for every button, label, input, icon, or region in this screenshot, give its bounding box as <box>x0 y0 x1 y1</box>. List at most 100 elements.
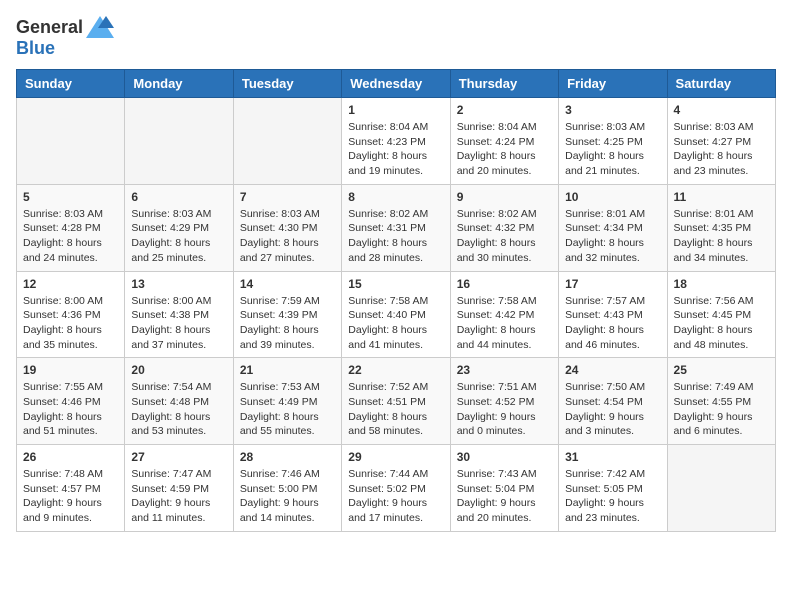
day-info: Sunrise: 7:44 AM Sunset: 5:02 PM Dayligh… <box>348 467 443 526</box>
weekday-header-monday: Monday <box>125 70 233 98</box>
day-number: 14 <box>240 277 335 291</box>
calendar-cell: 26 Sunrise: 7:48 AM Sunset: 4:57 PM Dayli… <box>17 445 125 532</box>
calendar-cell <box>667 445 775 532</box>
day-info: Sunrise: 8:03 AM Sunset: 4:28 PM Dayligh… <box>23 207 118 266</box>
calendar-cell <box>125 98 233 185</box>
weekday-header-wednesday: Wednesday <box>342 70 450 98</box>
logo-general-text: General <box>16 17 83 38</box>
calendar-cell: 23Sunrise: 7:51 AM Sunset: 4:52 PM Dayli… <box>450 358 558 445</box>
calendar-cell: 17Sunrise: 7:57 AM Sunset: 4:43 PM Dayli… <box>559 271 667 358</box>
calendar-cell: 7 Sunrise: 8:03 AM Sunset: 4:30 PM Daylig… <box>233 184 341 271</box>
calendar-cell: 29 Sunrise: 7:44 AM Sunset: 5:02 PM Dayli… <box>342 445 450 532</box>
calendar-cell: 11Sunrise: 8:01 AM Sunset: 4:35 PM Dayli… <box>667 184 775 271</box>
day-info: Sunrise: 8:03 AM Sunset: 4:30 PM Dayligh… <box>240 207 335 266</box>
calendar-cell <box>233 98 341 185</box>
day-number: 12 <box>23 277 118 291</box>
day-info: Sunrise: 7:46 AM Sunset: 5:00 PM Dayligh… <box>240 467 335 526</box>
day-number: 24 <box>565 363 660 377</box>
calendar-cell: 27 Sunrise: 7:47 AM Sunset: 4:59 PM Dayli… <box>125 445 233 532</box>
calendar-cell: 5 Sunrise: 8:03 AM Sunset: 4:28 PM Daylig… <box>17 184 125 271</box>
weekday-header-friday: Friday <box>559 70 667 98</box>
day-info: Sunrise: 7:54 AM Sunset: 4:48 PM Dayligh… <box>131 380 226 439</box>
day-number: 27 <box>131 450 226 464</box>
calendar-week-4: 19 Sunrise: 7:55 AM Sunset: 4:46 PM Dayli… <box>17 358 776 445</box>
calendar-cell: 24 Sunrise: 7:50 AM Sunset: 4:54 PM Dayli… <box>559 358 667 445</box>
logo: General Blue <box>16 16 114 59</box>
day-info: Sunrise: 7:49 AM Sunset: 4:55 PM Dayligh… <box>674 380 769 439</box>
day-info: Sunrise: 7:52 AM Sunset: 4:51 PM Dayligh… <box>348 380 443 439</box>
day-number: 2 <box>457 103 552 117</box>
page-header: General Blue <box>16 16 776 59</box>
day-number: 31 <box>565 450 660 464</box>
logo-blue-text: Blue <box>16 38 55 59</box>
day-info: Sunrise: 8:02 AM Sunset: 4:32 PM Dayligh… <box>457 207 552 266</box>
day-number: 22 <box>348 363 443 377</box>
calendar-cell: 16Sunrise: 7:58 AM Sunset: 4:42 PM Dayli… <box>450 271 558 358</box>
calendar-week-3: 12Sunrise: 8:00 AM Sunset: 4:36 PM Dayli… <box>17 271 776 358</box>
day-number: 20 <box>131 363 226 377</box>
day-number: 1 <box>348 103 443 117</box>
calendar-cell: 12Sunrise: 8:00 AM Sunset: 4:36 PM Dayli… <box>17 271 125 358</box>
day-info: Sunrise: 7:56 AM Sunset: 4:45 PM Dayligh… <box>674 294 769 353</box>
calendar-cell: 30 Sunrise: 7:43 AM Sunset: 5:04 PM Dayli… <box>450 445 558 532</box>
day-number: 4 <box>674 103 769 117</box>
calendar-cell: 8 Sunrise: 8:02 AM Sunset: 4:31 PM Daylig… <box>342 184 450 271</box>
calendar-cell: 21 Sunrise: 7:53 AM Sunset: 4:49 PM Dayli… <box>233 358 341 445</box>
calendar-week-1: 1 Sunrise: 8:04 AM Sunset: 4:23 PM Daylig… <box>17 98 776 185</box>
calendar-cell: 6Sunrise: 8:03 AM Sunset: 4:29 PM Daylig… <box>125 184 233 271</box>
day-number: 9 <box>457 190 552 204</box>
day-info: Sunrise: 8:04 AM Sunset: 4:23 PM Dayligh… <box>348 120 443 179</box>
day-number: 6 <box>131 190 226 204</box>
calendar-cell: 1 Sunrise: 8:04 AM Sunset: 4:23 PM Daylig… <box>342 98 450 185</box>
calendar-cell: 15 Sunrise: 7:58 AM Sunset: 4:40 PM Dayli… <box>342 271 450 358</box>
weekday-header-saturday: Saturday <box>667 70 775 98</box>
day-info: Sunrise: 7:53 AM Sunset: 4:49 PM Dayligh… <box>240 380 335 439</box>
calendar-cell: 20 Sunrise: 7:54 AM Sunset: 4:48 PM Dayli… <box>125 358 233 445</box>
calendar-cell: 18 Sunrise: 7:56 AM Sunset: 4:45 PM Dayli… <box>667 271 775 358</box>
calendar-cell <box>17 98 125 185</box>
day-number: 5 <box>23 190 118 204</box>
day-info: Sunrise: 7:42 AM Sunset: 5:05 PM Dayligh… <box>565 467 660 526</box>
day-info: Sunrise: 7:55 AM Sunset: 4:46 PM Dayligh… <box>23 380 118 439</box>
day-number: 16 <box>457 277 552 291</box>
day-info: Sunrise: 8:02 AM Sunset: 4:31 PM Dayligh… <box>348 207 443 266</box>
day-info: Sunrise: 7:58 AM Sunset: 4:40 PM Dayligh… <box>348 294 443 353</box>
calendar-cell: 14 Sunrise: 7:59 AM Sunset: 4:39 PM Dayli… <box>233 271 341 358</box>
weekday-header-sunday: Sunday <box>17 70 125 98</box>
day-number: 18 <box>674 277 769 291</box>
calendar-cell: 4 Sunrise: 8:03 AM Sunset: 4:27 PM Daylig… <box>667 98 775 185</box>
day-number: 7 <box>240 190 335 204</box>
day-info: Sunrise: 7:43 AM Sunset: 5:04 PM Dayligh… <box>457 467 552 526</box>
day-info: Sunrise: 7:59 AM Sunset: 4:39 PM Dayligh… <box>240 294 335 353</box>
day-info: Sunrise: 8:04 AM Sunset: 4:24 PM Dayligh… <box>457 120 552 179</box>
calendar-cell: 25 Sunrise: 7:49 AM Sunset: 4:55 PM Dayli… <box>667 358 775 445</box>
day-number: 8 <box>348 190 443 204</box>
day-info: Sunrise: 7:47 AM Sunset: 4:59 PM Dayligh… <box>131 467 226 526</box>
day-number: 29 <box>348 450 443 464</box>
day-number: 28 <box>240 450 335 464</box>
calendar-cell: 31 Sunrise: 7:42 AM Sunset: 5:05 PM Dayli… <box>559 445 667 532</box>
calendar-cell: 3Sunrise: 8:03 AM Sunset: 4:25 PM Daylig… <box>559 98 667 185</box>
day-number: 13 <box>131 277 226 291</box>
calendar-week-2: 5 Sunrise: 8:03 AM Sunset: 4:28 PM Daylig… <box>17 184 776 271</box>
weekday-header-tuesday: Tuesday <box>233 70 341 98</box>
calendar-cell: 10 Sunrise: 8:01 AM Sunset: 4:34 PM Dayli… <box>559 184 667 271</box>
day-info: Sunrise: 7:50 AM Sunset: 4:54 PM Dayligh… <box>565 380 660 439</box>
day-number: 21 <box>240 363 335 377</box>
day-number: 30 <box>457 450 552 464</box>
calendar-cell: 22 Sunrise: 7:52 AM Sunset: 4:51 PM Dayli… <box>342 358 450 445</box>
day-info: Sunrise: 7:48 AM Sunset: 4:57 PM Dayligh… <box>23 467 118 526</box>
weekday-header-thursday: Thursday <box>450 70 558 98</box>
day-info: Sunrise: 8:00 AM Sunset: 4:38 PM Dayligh… <box>131 294 226 353</box>
day-info: Sunrise: 8:03 AM Sunset: 4:27 PM Dayligh… <box>674 120 769 179</box>
day-number: 19 <box>23 363 118 377</box>
calendar-cell: 28 Sunrise: 7:46 AM Sunset: 5:00 PM Dayli… <box>233 445 341 532</box>
day-number: 10 <box>565 190 660 204</box>
day-info: Sunrise: 8:01 AM Sunset: 4:34 PM Dayligh… <box>565 207 660 266</box>
day-number: 26 <box>23 450 118 464</box>
calendar-cell: 13 Sunrise: 8:00 AM Sunset: 4:38 PM Dayli… <box>125 271 233 358</box>
day-number: 25 <box>674 363 769 377</box>
day-info: Sunrise: 7:57 AM Sunset: 4:43 PM Dayligh… <box>565 294 660 353</box>
day-number: 15 <box>348 277 443 291</box>
day-number: 23 <box>457 363 552 377</box>
